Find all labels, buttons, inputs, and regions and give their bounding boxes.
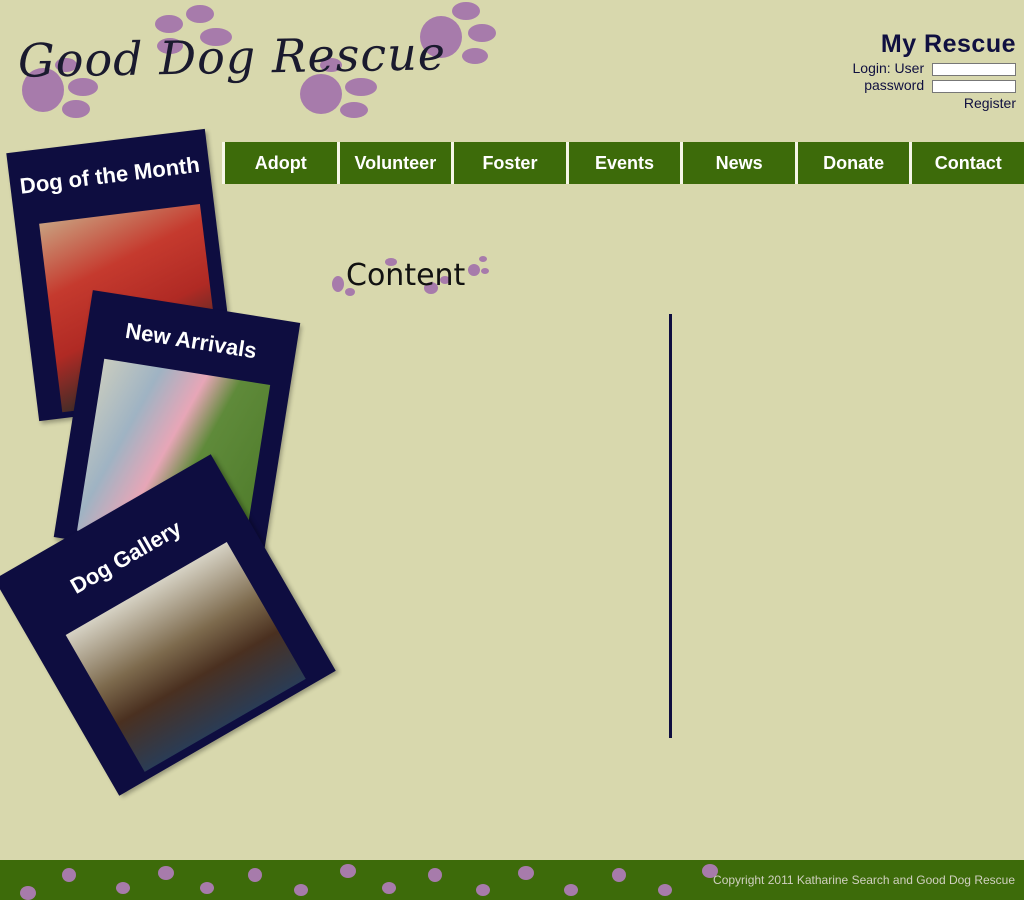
register-link[interactable]: Register [853, 95, 1016, 111]
paw-toe [428, 868, 442, 882]
nav-item-events[interactable]: Events [565, 142, 681, 184]
paw-toe [564, 884, 578, 896]
copyright-text: Copyright 2011 Katharine Search and Good… [713, 873, 1015, 887]
main-nav: Adopt Volunteer Foster Events News Donat… [222, 142, 1024, 184]
login-user-row: Login: User [852, 60, 1016, 76]
paw-toe [481, 268, 489, 274]
paw-toe [332, 276, 344, 292]
paw-toe [382, 882, 396, 894]
paw-toe [468, 264, 480, 276]
paw-toe [476, 884, 490, 896]
paw-toe [248, 868, 262, 882]
paw-toe [340, 102, 368, 118]
nav-item-adopt[interactable]: Adopt [222, 142, 337, 184]
paw-toe [186, 5, 214, 23]
card-title: Dog of the Month [18, 151, 202, 199]
paw-toe [200, 882, 214, 894]
paw-toe [658, 884, 672, 896]
paw-toe [468, 24, 496, 42]
content-divider [669, 314, 672, 738]
nav-item-volunteer[interactable]: Volunteer [336, 142, 452, 184]
paw-toe [20, 886, 36, 900]
paw-toe [462, 48, 488, 64]
nav-item-foster[interactable]: Foster [451, 142, 566, 184]
login-password-row: password [853, 77, 1016, 93]
account-panel: My Rescue Login: User password Register [852, 30, 1016, 111]
paw-toe [340, 864, 356, 878]
user-label: User [894, 60, 925, 76]
footer: Copyright 2011 Katharine Search and Good… [0, 860, 1024, 900]
nav-item-donate[interactable]: Donate [794, 142, 910, 184]
paw-toe [294, 884, 308, 896]
paw-toe [612, 868, 626, 882]
paw-toe [62, 100, 90, 118]
account-title: My Rescue [880, 30, 1016, 58]
password-label: password [864, 77, 925, 93]
username-input[interactable] [932, 62, 1016, 76]
password-input[interactable] [932, 79, 1016, 93]
paw-toe [62, 868, 76, 882]
site-logo[interactable]: Good Dog Rescue [18, 26, 447, 87]
paw-toe [518, 866, 534, 880]
login-label: Login: [852, 60, 891, 76]
paw-toe [479, 256, 487, 262]
paw-toe [452, 2, 480, 20]
nav-item-contact[interactable]: Contact [909, 142, 1024, 184]
dog-gallery-card[interactable]: Dog Gallery [0, 454, 336, 796]
paw-toe [116, 882, 130, 894]
content-title: Content [346, 258, 466, 293]
paw-toe [158, 866, 174, 880]
nav-item-news[interactable]: News [680, 142, 795, 184]
